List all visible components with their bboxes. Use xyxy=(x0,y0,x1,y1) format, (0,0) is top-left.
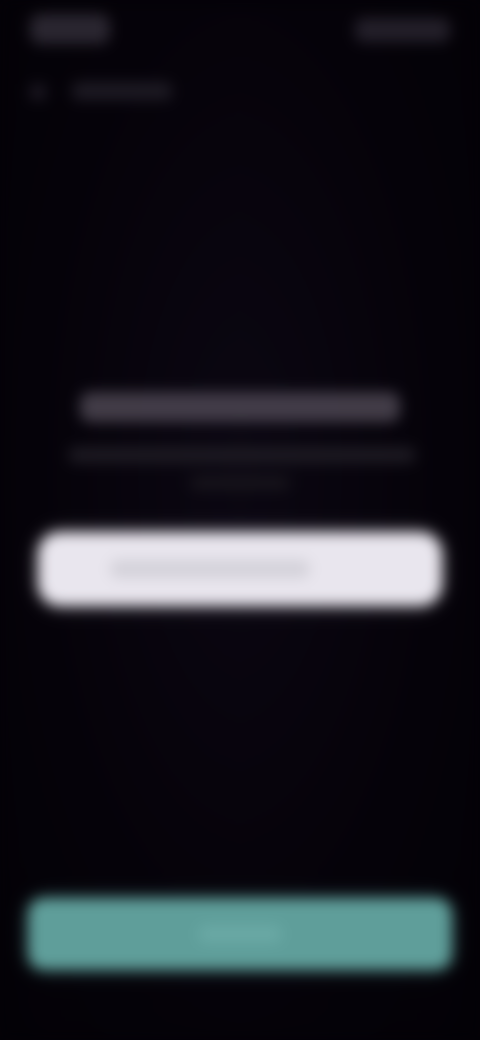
page-title xyxy=(80,392,400,422)
action-card-button[interactable] xyxy=(38,532,442,606)
status-bar xyxy=(30,14,450,46)
back-icon[interactable] xyxy=(30,84,46,100)
primary-button[interactable] xyxy=(28,898,452,970)
status-time xyxy=(30,14,110,44)
app-screen xyxy=(0,0,480,1040)
nav-bar xyxy=(30,78,172,106)
subtitle-line-2 xyxy=(190,476,290,490)
nav-title xyxy=(72,82,172,100)
subtitle-line xyxy=(68,447,416,463)
primary-button-label xyxy=(198,925,282,943)
status-icons xyxy=(355,18,450,42)
action-card-label xyxy=(110,560,310,578)
